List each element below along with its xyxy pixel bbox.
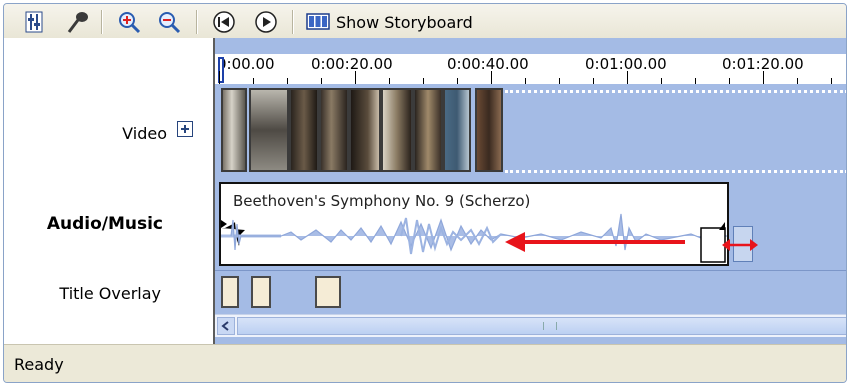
status-bar: Ready [4, 344, 846, 382]
chevron-left-icon [221, 321, 229, 331]
horizontal-scrollbar[interactable] [215, 314, 846, 337]
scrollbar-grip-icon [543, 322, 557, 330]
narrate-timeline-icon [67, 12, 88, 33]
audio-waveform [221, 213, 727, 263]
narrate-timeline-button[interactable] [66, 10, 90, 34]
set-audio-levels-icon [25, 11, 43, 33]
toolbar-separator [196, 10, 198, 34]
timeline-toolbar: Show Storyboard [4, 4, 846, 38]
set-audio-levels-button[interactable] [22, 10, 46, 34]
status-text: Ready [14, 355, 64, 374]
zoom-out-button[interactable] [157, 10, 181, 34]
track-empty-marker [505, 170, 846, 173]
video-clip[interactable] [221, 88, 247, 172]
movie-maker-timeline-window: Show Storyboard Video Audio/Music Title … [3, 3, 847, 383]
toolbar-separator [292, 10, 294, 34]
video-clip[interactable] [443, 88, 471, 172]
storyboard-icon [306, 13, 330, 30]
video-track-label: Video [122, 124, 167, 143]
scroll-left-button[interactable] [217, 317, 235, 335]
ruler-label: 0:00:20.00 [311, 55, 393, 73]
zoom-out-icon [159, 12, 181, 34]
title-overlay-clip[interactable] [221, 276, 239, 308]
time-ruler[interactable]: 0:00.00 0:00:20.00 0:00:40.00 0:01:00.00… [215, 54, 846, 85]
rewind-button[interactable] [212, 10, 236, 34]
ruler-label: 0:00.00 [217, 55, 275, 73]
show-storyboard-label: Show Storyboard [336, 12, 473, 32]
scrollbar-thumb[interactable] [237, 317, 846, 335]
video-track[interactable] [215, 84, 846, 178]
audio-clip-trim-handle[interactable] [722, 226, 758, 262]
zoom-in-button[interactable] [117, 10, 141, 34]
video-clip[interactable] [413, 88, 443, 172]
video-clip[interactable] [319, 88, 349, 172]
title-overlay-clip[interactable] [315, 276, 341, 308]
show-storyboard-button[interactable]: Show Storyboard [306, 9, 473, 35]
ruler-label: 0:01:00.00 [585, 55, 667, 73]
track-labels-column: Video Audio/Music Title Overlay [4, 38, 213, 344]
title-overlay-track-label: Title Overlay [59, 284, 161, 303]
audio-music-track-label: Audio/Music [46, 214, 163, 234]
play-icon [255, 11, 277, 33]
rewind-icon [213, 11, 235, 33]
video-clip[interactable] [289, 88, 319, 172]
track-empty-marker [505, 90, 846, 93]
video-clip[interactable] [381, 88, 413, 172]
video-clip[interactable] [349, 88, 381, 172]
title-overlay-track[interactable] [215, 270, 846, 313]
expand-video-track-icon[interactable] [177, 121, 193, 137]
video-clip[interactable] [249, 88, 289, 172]
audio-music-track[interactable]: Beethoven's Symphony No. 9 (Scherzo) [215, 178, 846, 270]
toolbar-separator [101, 10, 103, 34]
play-button[interactable] [254, 10, 278, 34]
audio-clip[interactable]: Beethoven's Symphony No. 9 (Scherzo) [219, 182, 729, 266]
timeline-area[interactable]: 0:00.00 0:00:20.00 0:00:40.00 0:01:00.00… [213, 38, 846, 344]
resize-arrow-icon [722, 239, 758, 251]
zoom-in-icon [119, 12, 141, 34]
title-overlay-clip[interactable] [251, 276, 271, 308]
ruler-label: 0:00:40.00 [447, 55, 529, 73]
video-clip[interactable] [475, 88, 503, 172]
